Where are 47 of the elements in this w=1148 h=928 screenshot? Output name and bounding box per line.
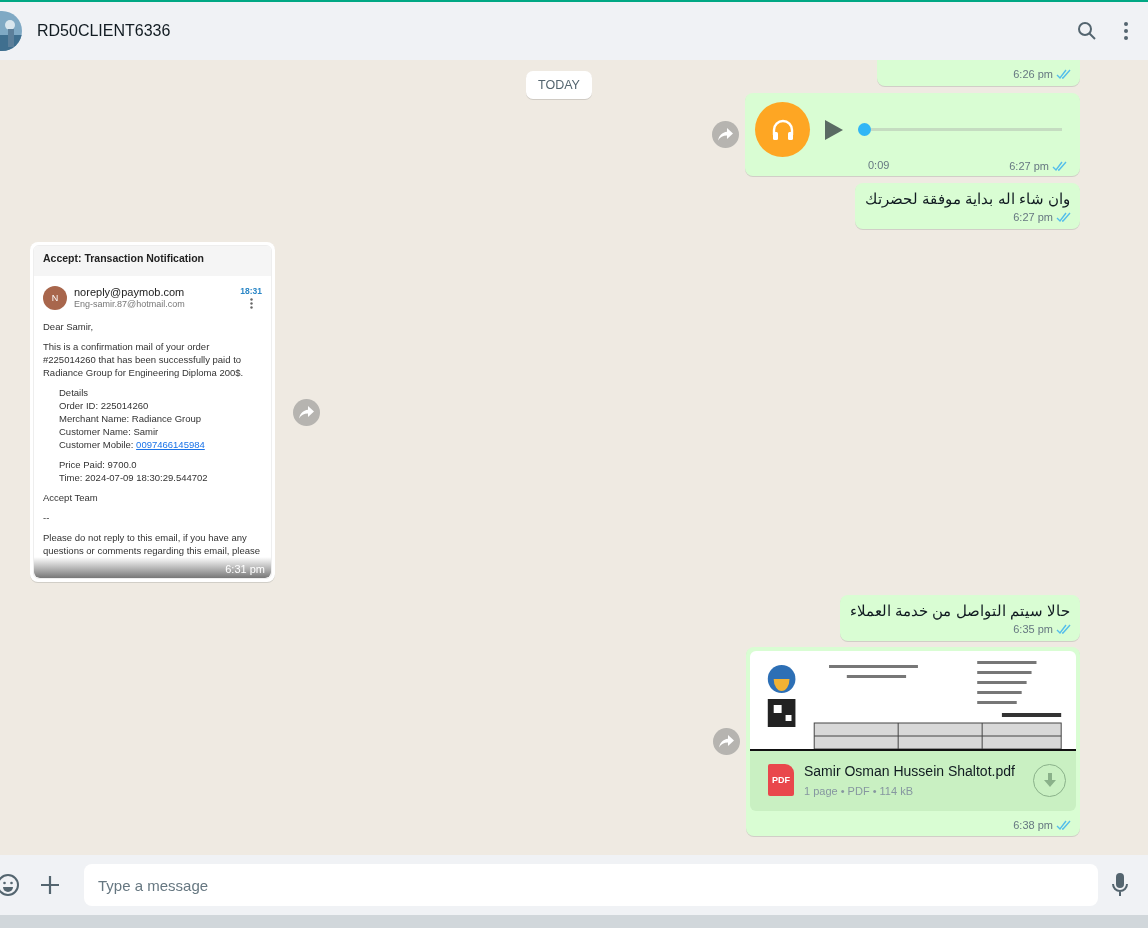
date-chip: TODAY xyxy=(526,71,592,99)
message-time: 6:35 pm xyxy=(1013,623,1053,635)
search-icon xyxy=(1077,21,1097,41)
email-time: 18:31 xyxy=(240,286,262,296)
download-icon xyxy=(1043,773,1056,787)
play-button[interactable] xyxy=(824,118,844,141)
email-paragraph: Dear Samir, xyxy=(43,320,95,333)
forward-icon xyxy=(299,405,314,419)
forward-icon xyxy=(718,128,733,141)
document-card[interactable]: PDF Samir Osman Hussein Shaltot.pdf 1 page • PDF • 114 kB xyxy=(750,751,1076,811)
file-meta: 1 page • PDF • 114 kB xyxy=(804,785,914,797)
emoji-icon xyxy=(0,873,20,897)
sender-avatar: N xyxy=(43,286,67,310)
email-line: Details xyxy=(59,386,90,399)
plus-icon xyxy=(40,875,60,895)
email-recipient: Eng-samir.87@hotmail.com xyxy=(74,299,186,309)
message-time: 6:26 pm xyxy=(1013,68,1053,80)
email-paragraph: This is a confirmation mail of your order #225014260 that has been successfully paid to Radiance Group for Engineering Diploma 200$. xyxy=(43,340,245,379)
email-paragraph: -- xyxy=(43,511,51,524)
audio-progress-thumb[interactable] xyxy=(858,123,871,136)
email-paragraph: Accept Team xyxy=(43,491,99,504)
email-sender: noreply@paymob.com xyxy=(74,286,186,298)
message-input[interactable]: Type a message xyxy=(84,864,1098,906)
email-line: Time: 2024-07-09 18:30:29.544702 xyxy=(59,471,209,484)
more-icon xyxy=(249,298,253,309)
microphone-icon xyxy=(1112,873,1128,897)
message-time: 6:31 pm xyxy=(225,563,265,575)
file-name: Samir Osman Hussein Shaltot.pdf xyxy=(804,763,1016,779)
message-time: 6:38 pm xyxy=(1013,819,1053,831)
audio-duration: 0:09 xyxy=(868,159,890,171)
message-text: حالا سيتم التواصل من خدمة العملاء xyxy=(849,601,1071,621)
pdf-icon: PDF xyxy=(768,764,794,796)
contact-name: RD50CLIENT6336 xyxy=(37,22,172,40)
forward-icon xyxy=(719,735,734,748)
email-subject: Accept: Transaction Notification xyxy=(34,246,271,276)
email-paragraph: Please do not reply to this email, if you have any questions or comments regarding this email, please xyxy=(43,531,262,557)
menu-icon xyxy=(1124,22,1128,40)
email-line: Customer Mobile: 0097466145984 xyxy=(59,438,206,451)
headphones-icon xyxy=(755,102,810,157)
email-line: Price Paid: 9700.0 xyxy=(59,458,138,471)
email-line: Customer Name: Samir xyxy=(59,425,160,438)
email-line: Merchant Name: Radiance Group xyxy=(59,412,203,425)
message-time: 6:27 pm xyxy=(1009,160,1049,172)
email-line: Order ID: 225014260 xyxy=(59,399,150,412)
message-time: 6:27 pm xyxy=(1013,211,1053,223)
phone-link[interactable]: 0097466145984 xyxy=(136,439,205,450)
message-text: وان شاء اله بداية موفقة لحضرتك xyxy=(864,189,1071,209)
